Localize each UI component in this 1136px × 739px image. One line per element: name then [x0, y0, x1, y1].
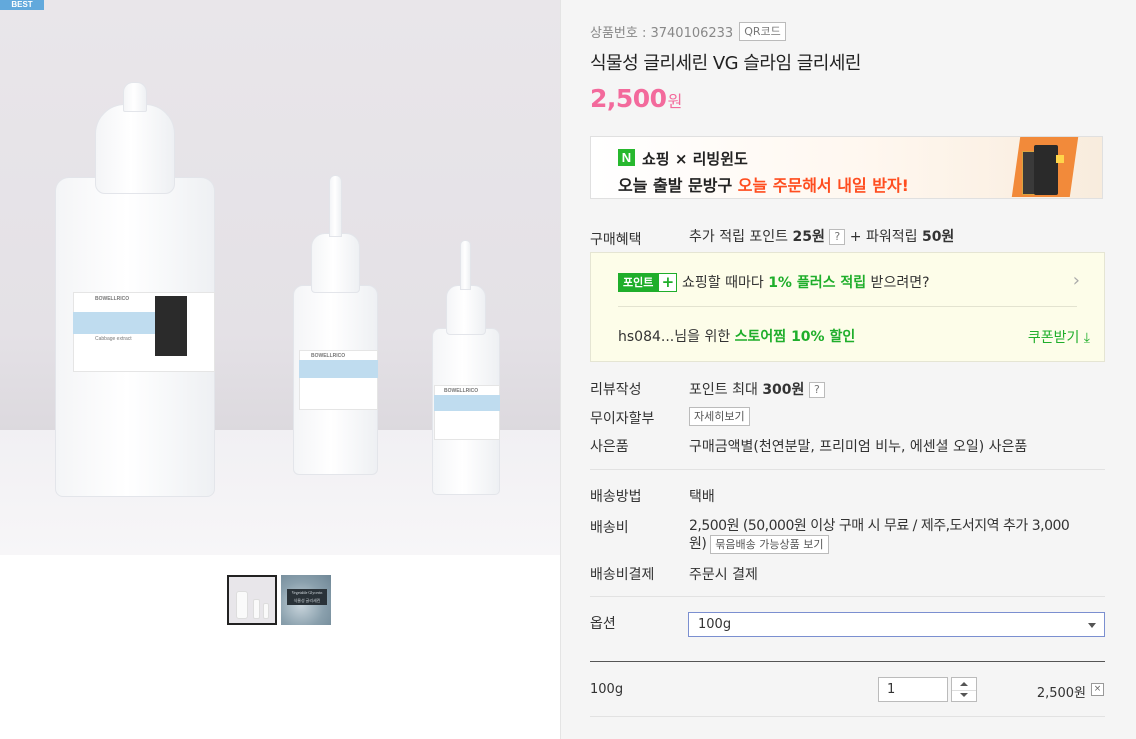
benefit-points: 25원 — [792, 229, 825, 245]
quantity-input[interactable]: 1 — [878, 677, 948, 702]
shipping-fee-value: 2,500원 (50,000원 이상 구매 시 무료 / 제주,도서지역 추가 … — [689, 517, 1105, 554]
option-label: 옵션 — [590, 616, 616, 632]
thumbnail-1-selected[interactable] — [227, 575, 277, 625]
order-divider-top — [590, 661, 1105, 662]
gift-value: 구매금액별(천연분말, 프리미엄 비누, 에센셜 오일) 사은품 — [689, 439, 1028, 455]
shipping-fee-text2: 원) — [689, 536, 707, 552]
shipping-method-label: 배송방법 — [590, 489, 642, 505]
shipping-method-value: 택배 — [689, 489, 715, 505]
point-badge-text: 포인트 — [618, 273, 659, 292]
point-plus-message[interactable]: 쇼핑할 때마다 1% 플러스 적립 받으려면? — [682, 272, 930, 292]
large-bottle-sub: Cabbage extract — [95, 336, 132, 342]
thumbnail-2-text-ko: 식물성 글리세린 — [293, 598, 321, 603]
installment-detail-button[interactable]: 자세히보기 — [689, 407, 750, 426]
review-label: 리뷰작성 — [590, 382, 642, 398]
thumbnail-strip: Vegetable Glycerin 식물성 글리세린 — [227, 575, 331, 625]
store-coupon-prefix: hs084...님을 위한 — [618, 329, 735, 345]
point-badge-plus-icon: + — [658, 273, 678, 292]
benefit-value: 추가 적립 포인트 25원 ? + 파워적립 50원 — [689, 226, 954, 246]
remove-item-icon[interactable]: × — [1091, 683, 1104, 696]
point-plus-box: 포인트 + 쇼핑할 때마다 1% 플러스 적립 받으려면? › hs084...… — [590, 252, 1105, 362]
order-item-name: 100g — [590, 682, 624, 697]
installment-label: 무이자할부 — [590, 411, 655, 427]
benefit-text2: + 파워적립 — [845, 229, 922, 245]
review-help-icon[interactable]: ? — [808, 382, 825, 398]
product-code: 상품번호 : 3740106233 — [590, 26, 734, 41]
bundle-shipping-button[interactable]: 묶음배송 가능상품 보기 — [710, 535, 829, 554]
large-bottle-brand: BOWELLRICO — [95, 296, 130, 302]
option-select[interactable]: 100g — [688, 612, 1105, 637]
price-number: 2,500 — [590, 84, 667, 113]
thumbnail-2[interactable]: Vegetable Glycerin 식물성 글리세린 — [281, 575, 331, 625]
review-value: 포인트 최대 300원 ? — [689, 379, 825, 399]
section-divider-1 — [590, 469, 1105, 470]
product-code-line: 상품번호 : 3740106233 QR코드 — [590, 22, 786, 41]
best-badge: BEST — [0, 0, 44, 10]
increment-arrow-icon[interactable] — [960, 682, 968, 686]
banner-line1: 쇼핑 × 리빙윈도 — [642, 150, 748, 168]
shipping-payment-value: 주문시 결제 — [689, 567, 758, 583]
naver-n-icon: N — [618, 149, 635, 166]
medium-bottle-brand: BOWELLRICO — [311, 353, 346, 359]
coupon-download-link[interactable]: 쿠폰받기 ⤓ — [1028, 327, 1090, 347]
product-price: 2,500 원 — [590, 84, 682, 113]
order-item-price: 2,500원 — [1036, 686, 1086, 701]
shipping-fee-label: 배송비 — [590, 520, 629, 536]
small-bottle-brand: BOWELLRICO — [444, 388, 479, 394]
shipping-payment-label: 배송비결제 — [590, 567, 655, 583]
banner-line2-prefix: 오늘 출발 문방구 — [618, 176, 738, 195]
product-image-panel: BEST BOWELLRICO Cabbage extract BOWELLRI… — [0, 0, 560, 739]
point-plus-suffix: 받으려면? — [866, 275, 930, 291]
review-amount: 300원 — [762, 382, 805, 398]
chevron-down-icon — [1088, 623, 1096, 628]
benefit-help-icon[interactable]: ? — [829, 229, 846, 245]
qr-code-button[interactable]: QR코드 — [739, 22, 786, 41]
installment-value: 자세히보기 — [689, 407, 750, 426]
main-product-image[interactable]: BEST BOWELLRICO Cabbage extract BOWELLRI… — [0, 0, 560, 555]
benefit-label: 구매혜택 — [590, 232, 642, 248]
price-unit: 원 — [667, 92, 683, 111]
large-bottle: BOWELLRICO Cabbage extract — [55, 82, 215, 497]
product-info-panel: 상품번호 : 3740106233 QR코드 식물성 글리세린 VG 슬라임 글… — [561, 0, 1136, 739]
benefit-text1: 추가 적립 포인트 — [689, 229, 793, 245]
power-points: 50원 — [921, 229, 955, 245]
point-plus-highlight: 1% 플러스 적립 — [768, 275, 867, 291]
point-plus-badge: 포인트 + — [618, 273, 678, 292]
small-bottle: BOWELLRICO — [432, 240, 500, 495]
thumbnail-2-text-en: Vegetable Glycerin — [291, 590, 323, 595]
point-plus-prefix: 쇼핑할 때마다 — [682, 275, 769, 291]
store-coupon-highlight: 스토어찜 10% 할인 — [734, 329, 856, 345]
decrement-arrow-icon[interactable] — [960, 693, 968, 697]
banner-line2: 오늘 출발 문방구 오늘 주문해서 내일 받자! — [618, 172, 909, 196]
gift-label: 사은품 — [590, 439, 629, 455]
option-selected-value: 100g — [698, 617, 732, 632]
section-divider-2 — [590, 596, 1105, 597]
review-text: 포인트 최대 — [689, 382, 763, 398]
shipping-fee-text1: 2,500원 (50,000원 이상 구매 시 무료 / 제주,도서지역 추가 … — [689, 518, 1070, 534]
store-coupon-message: hs084...님을 위한 스토어찜 10% 할인 — [618, 326, 855, 346]
banner-decoration-sticker — [1056, 155, 1064, 163]
medium-bottle: BOWELLRICO — [293, 175, 378, 475]
pointbox-divider — [618, 306, 1077, 307]
banner-line2-highlight: 오늘 주문해서 내일 받자! — [737, 176, 909, 195]
product-title: 식물성 글리세린 VG 슬라임 글리세린 — [590, 53, 862, 74]
order-divider-bottom — [590, 716, 1105, 717]
banner-decoration-notebook — [1034, 145, 1058, 195]
chevron-right-icon[interactable]: › — [1073, 270, 1080, 291]
quantity-stepper[interactable] — [951, 677, 977, 702]
living-window-banner[interactable]: N 쇼핑 × 리빙윈도 오늘 출발 문방구 오늘 주문해서 내일 받자! — [590, 136, 1103, 199]
